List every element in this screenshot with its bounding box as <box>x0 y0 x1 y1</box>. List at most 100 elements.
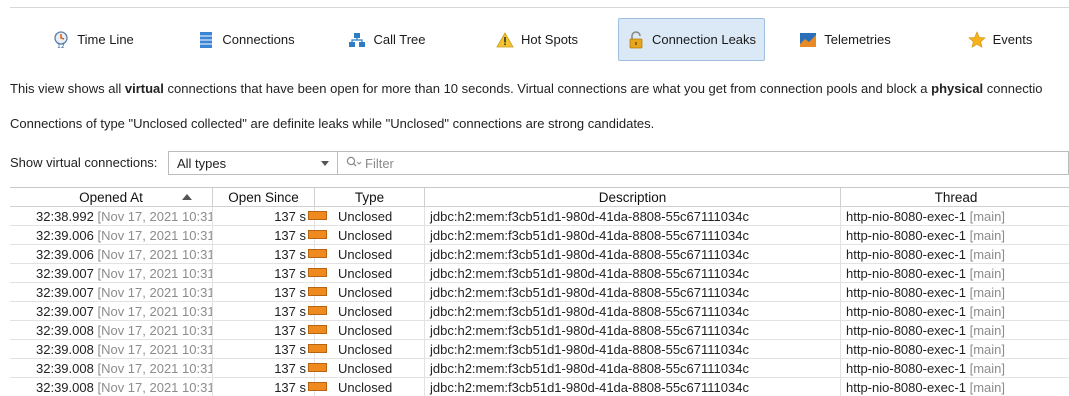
warning-icon <box>496 31 514 49</box>
view-toolbar: 12 Time Line Connections Call Tree Hot S… <box>10 17 1069 62</box>
view-description: This view shows all virtual connections … <box>10 81 1043 96</box>
table-body: 32:38.992 [Nov 17, 2021 10:31:. 137 s Uncl… <box>10 207 1069 396</box>
type-cell: Unclosed <box>315 283 425 302</box>
type-cell: Unclosed <box>315 359 425 378</box>
thread-cell: http-nio-8080-exec-1 [main] <box>846 266 1005 281</box>
tab-label: Events <box>992 32 1033 47</box>
description-cell: jdbc:h2:mem:f3cb51d1-980d-41da-8808-55c6… <box>425 321 841 340</box>
connection-leaks-table: Opened At Open Since Type Description Th… <box>10 187 1069 396</box>
tab-label: Connection Leaks <box>651 32 757 47</box>
tab-label: Connections <box>222 32 295 47</box>
tab-label: Telemetries <box>824 32 891 47</box>
table-header: Opened At Open Since Type Description Th… <box>10 188 1069 207</box>
open-since-cell: 137 s <box>213 359 327 378</box>
open-since-cell: 137 s <box>213 378 327 396</box>
column-header-description[interactable]: Description <box>425 188 841 207</box>
table-row[interactable]: 32:39.007 [Nov 17, 2021 10:31:. 137 s Uncl… <box>10 283 1069 302</box>
tab-time-line[interactable]: 12 Time Line <box>28 18 158 61</box>
opened-at-cell: 32:39.008 [Nov 17, 2021 10:31:. <box>10 340 213 359</box>
opened-at-cell: 32:39.007 [Nov 17, 2021 10:31:. <box>10 264 213 283</box>
description-cell: jdbc:h2:mem:f3cb51d1-980d-41da-8808-55c6… <box>425 378 841 396</box>
thread-cell: http-nio-8080-exec-1 [main] <box>846 304 1005 319</box>
opened-at-cell: 32:39.008 [Nov 17, 2021 10:31:. <box>10 359 213 378</box>
chevron-down-icon <box>321 161 329 166</box>
tab-call-tree[interactable]: Call Tree <box>328 18 446 61</box>
table-row[interactable]: 32:39.006 [Nov 17, 2021 10:31:. 137 s Uncl… <box>10 226 1069 245</box>
filter-bar: Show virtual connections: All types Filt… <box>10 151 1069 175</box>
connection-type-select[interactable]: All types <box>168 151 338 175</box>
thread-cell: http-nio-8080-exec-1 [main] <box>846 380 1005 395</box>
table-row[interactable]: 32:39.007 [Nov 17, 2021 10:31:. 137 s Uncl… <box>10 302 1069 321</box>
timeline-icon: 12 <box>52 30 70 49</box>
tab-connection-leaks[interactable]: Connection Leaks <box>618 18 765 61</box>
thread-cell: http-nio-8080-exec-1 [main] <box>846 323 1005 338</box>
tab-label: Call Tree <box>373 32 426 47</box>
sort-ascending-icon <box>182 194 192 200</box>
search-icon <box>346 156 362 171</box>
filter-input[interactable]: Filter <box>338 151 1069 175</box>
thread-cell: http-nio-8080-exec-1 [main] <box>846 228 1005 243</box>
open-since-cell: 137 s <box>213 302 327 321</box>
thread-cell: http-nio-8080-exec-1 [main] <box>846 209 1005 224</box>
column-header-thread[interactable]: Thread <box>841 188 1069 207</box>
thread-cell: http-nio-8080-exec-1 [main] <box>846 247 1005 262</box>
tab-events[interactable]: Events <box>955 18 1045 61</box>
view-hint: Connections of type "Unclosed collected"… <box>10 116 655 131</box>
table-row[interactable]: 32:39.008 [Nov 17, 2021 10:31:. 137 s Uncl… <box>10 359 1069 378</box>
table-row[interactable]: 32:39.006 [Nov 17, 2021 10:31:. 137 s Uncl… <box>10 245 1069 264</box>
open-since-cell: 137 s <box>213 226 327 245</box>
table-row[interactable]: 32:39.008 [Nov 17, 2021 10:31:. 137 s Uncl… <box>10 340 1069 359</box>
type-cell: Unclosed <box>315 321 425 340</box>
opened-at-cell: 32:38.992 [Nov 17, 2021 10:31:. <box>10 207 213 226</box>
type-cell: Unclosed <box>315 245 425 264</box>
table-row[interactable]: 32:38.992 [Nov 17, 2021 10:31:. 137 s Uncl… <box>10 207 1069 226</box>
column-header-type[interactable]: Type <box>315 188 425 207</box>
open-since-cell: 137 s <box>213 321 327 340</box>
description-cell: jdbc:h2:mem:f3cb51d1-980d-41da-8808-55c6… <box>425 283 841 302</box>
filter-label: Show virtual connections: <box>10 155 158 170</box>
open-since-cell: 137 s <box>213 245 327 264</box>
telemetries-icon <box>799 31 817 49</box>
opened-at-cell: 32:39.006 [Nov 17, 2021 10:31:. <box>10 226 213 245</box>
column-header-open-since[interactable]: Open Since <box>213 188 315 207</box>
description-cell: jdbc:h2:mem:f3cb51d1-980d-41da-8808-55c6… <box>425 245 841 264</box>
type-cell: Unclosed <box>315 226 425 245</box>
open-since-cell: 137 s <box>213 283 327 302</box>
thread-cell: http-nio-8080-exec-1 [main] <box>846 285 1005 300</box>
tab-telemetries[interactable]: Telemetries <box>790 18 900 61</box>
tab-label: Hot Spots <box>520 32 579 47</box>
tab-connections[interactable]: Connections <box>182 18 310 61</box>
opened-at-cell: 32:39.007 [Nov 17, 2021 10:31:. <box>10 283 213 302</box>
column-header-opened-at[interactable]: Opened At <box>10 188 213 207</box>
lock-open-icon <box>627 30 645 49</box>
opened-at-cell: 32:39.006 [Nov 17, 2021 10:31:. <box>10 245 213 264</box>
star-icon <box>967 30 986 49</box>
description-cell: jdbc:h2:mem:f3cb51d1-980d-41da-8808-55c6… <box>425 302 841 321</box>
type-cell: Unclosed <box>315 207 425 226</box>
description-cell: jdbc:h2:mem:f3cb51d1-980d-41da-8808-55c6… <box>425 359 841 378</box>
toolbar-divider <box>10 7 1069 8</box>
type-cell: Unclosed <box>315 340 425 359</box>
description-cell: jdbc:h2:mem:f3cb51d1-980d-41da-8808-55c6… <box>425 226 841 245</box>
table-row[interactable]: 32:39.008 [Nov 17, 2021 10:31:. 137 s Uncl… <box>10 378 1069 396</box>
type-cell: Unclosed <box>315 302 425 321</box>
opened-at-cell: 32:39.008 [Nov 17, 2021 10:31:. <box>10 321 213 340</box>
type-cell: Unclosed <box>315 264 425 283</box>
opened-at-cell: 32:39.007 [Nov 17, 2021 10:31:. <box>10 302 213 321</box>
opened-at-cell: 32:39.008 [Nov 17, 2021 10:31:. <box>10 378 213 396</box>
connections-icon <box>197 31 215 49</box>
description-cell: jdbc:h2:mem:f3cb51d1-980d-41da-8808-55c6… <box>425 340 841 359</box>
tab-hot-spots[interactable]: Hot Spots <box>475 18 599 61</box>
open-since-cell: 137 s <box>213 207 327 226</box>
description-cell: jdbc:h2:mem:f3cb51d1-980d-41da-8808-55c6… <box>425 264 841 283</box>
thread-cell: http-nio-8080-exec-1 [main] <box>846 361 1005 376</box>
call-tree-icon <box>348 31 366 49</box>
table-row[interactable]: 32:39.008 [Nov 17, 2021 10:31:. 137 s Uncl… <box>10 321 1069 340</box>
thread-cell: http-nio-8080-exec-1 [main] <box>846 342 1005 357</box>
tab-label: Time Line <box>77 32 134 47</box>
svg-text:12: 12 <box>57 43 65 49</box>
description-cell: jdbc:h2:mem:f3cb51d1-980d-41da-8808-55c6… <box>425 207 841 226</box>
open-since-cell: 137 s <box>213 340 327 359</box>
type-cell: Unclosed <box>315 378 425 396</box>
table-row[interactable]: 32:39.007 [Nov 17, 2021 10:31:. 137 s Uncl… <box>10 264 1069 283</box>
